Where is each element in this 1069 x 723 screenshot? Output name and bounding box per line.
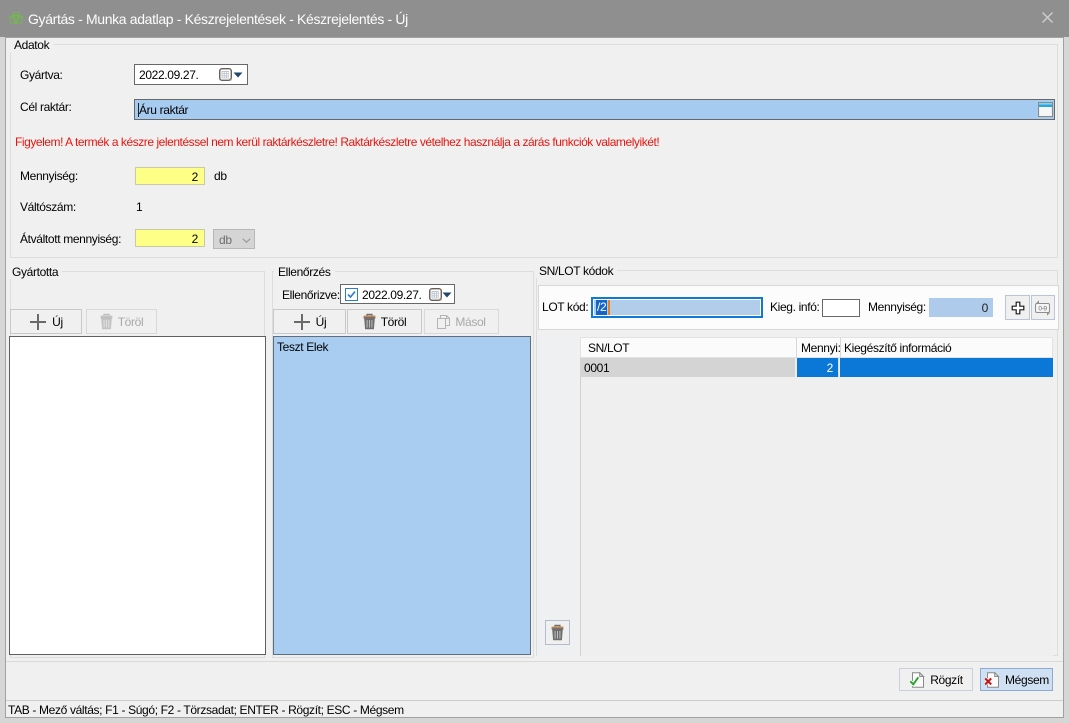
svg-text:0-9: 0-9 bbox=[1038, 305, 1047, 312]
